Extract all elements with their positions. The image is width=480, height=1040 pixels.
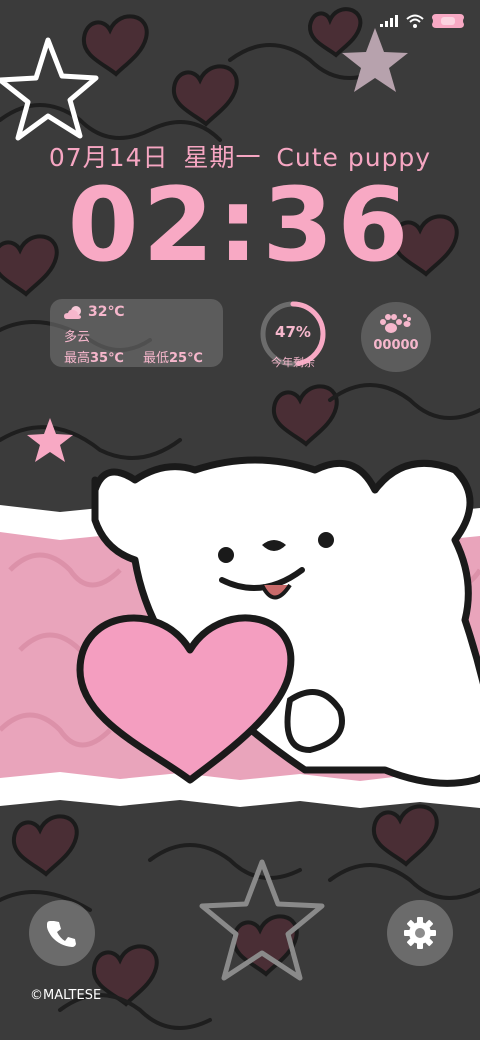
- weather-high-label: 最高: [64, 351, 91, 366]
- weather-low-label: 最低: [143, 351, 170, 366]
- signal-icon: [380, 15, 398, 27]
- weather-temp: 32℃: [88, 304, 125, 320]
- settings-button[interactable]: [387, 900, 453, 966]
- weather-low-value: 25℃: [169, 351, 203, 366]
- paw-icon: [380, 314, 411, 333]
- year-progress-percent: 47%: [275, 323, 311, 341]
- battery-icon: [432, 14, 464, 28]
- partly-cloudy-icon: [64, 306, 81, 319]
- wifi-icon: [406, 14, 424, 28]
- weather-low: 最低25℃: [143, 347, 203, 366]
- steps-widget[interactable]: 00000: [361, 302, 431, 372]
- clock-time: 02:36: [67, 166, 413, 285]
- status-bar: [380, 12, 464, 30]
- weather-condition: 多云: [64, 330, 91, 345]
- year-progress-label: 今年剩余: [271, 356, 315, 369]
- weather-high-value: 35℃: [90, 351, 124, 366]
- copyright-text: ©MALTESE: [30, 988, 102, 1003]
- steps-count: 00000: [373, 338, 419, 353]
- phone-button[interactable]: [29, 900, 95, 966]
- weather-widget[interactable]: 32℃ 多云 最高35℃ 最低25℃: [50, 299, 223, 367]
- settings-icon: [404, 917, 436, 949]
- phone-icon: [47, 921, 76, 947]
- weather-high: 最高35℃: [64, 347, 124, 366]
